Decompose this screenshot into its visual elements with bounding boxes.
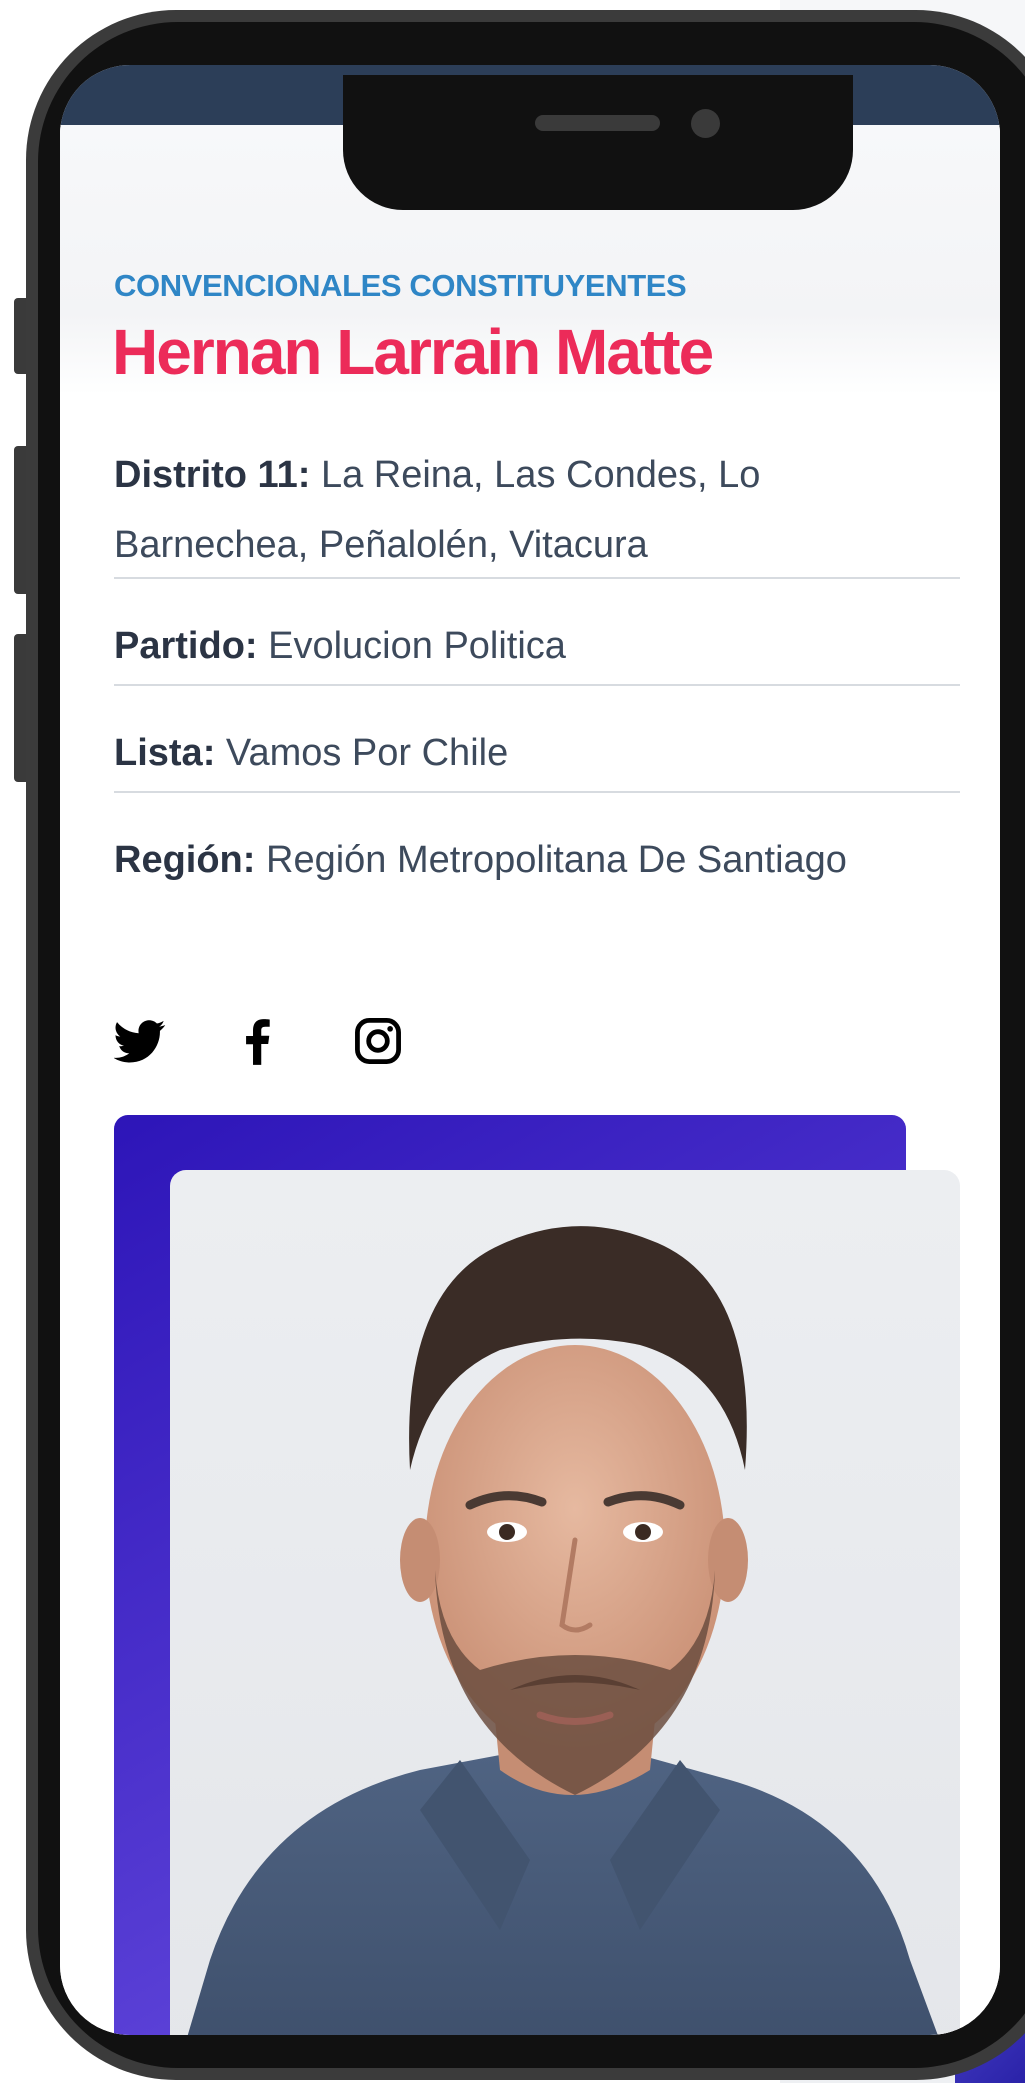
phone-notch [343, 75, 853, 210]
phone-mute-switch [14, 298, 26, 374]
list-label: Lista: [114, 732, 216, 774]
list-info: Lista: Vamos Por Chile [114, 718, 960, 788]
front-camera [691, 109, 720, 138]
party-info: Partido: Evolucion Politica [114, 611, 960, 681]
district-label: Distrito 11: [114, 454, 311, 496]
list-value: Vamos Por Chile [215, 732, 509, 774]
candidate-name: Hernan Larrain Matte [112, 316, 714, 388]
candidate-photo [170, 1170, 960, 2035]
divider [114, 577, 960, 579]
party-value: Evolucion Politica [257, 625, 566, 667]
phone-screen: CONVENCIONALES CONSTITUYENTES Hernan Lar… [60, 65, 1000, 2035]
divider [114, 684, 960, 686]
divider [114, 791, 960, 793]
party-label: Partido: [114, 625, 258, 667]
region-value: Región Metropolitana De Santiago [255, 839, 847, 881]
phone-volume-down-button [14, 634, 26, 782]
region-info: Región: Región Metropolitana De Santiago [114, 825, 960, 895]
twitter-icon[interactable] [114, 1015, 166, 1067]
profile-page: CONVENCIONALES CONSTITUYENTES Hernan Lar… [60, 125, 1000, 2035]
facebook-icon[interactable] [232, 1015, 284, 1067]
speaker-grille [535, 115, 660, 131]
region-label: Región: [114, 839, 256, 881]
portrait-illustration [187, 1226, 938, 2035]
category-label: CONVENCIONALES CONSTITUYENTES [114, 268, 687, 303]
phone-volume-up-button [14, 446, 26, 594]
instagram-icon[interactable] [352, 1015, 404, 1067]
district-info: Distrito 11: La Reina, Las Condes, Lo Ba… [114, 440, 960, 580]
